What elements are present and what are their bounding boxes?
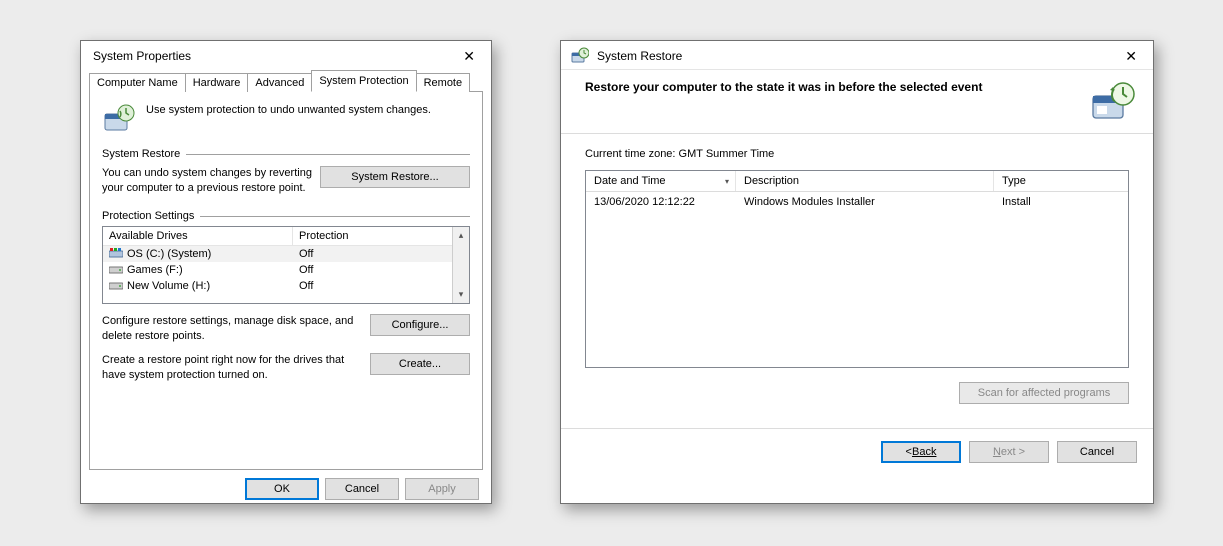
window-title: System Restore	[597, 49, 682, 63]
configure-button[interactable]: Configure...	[370, 314, 470, 336]
close-icon[interactable]: ✕	[1117, 47, 1145, 65]
drive-icon	[109, 264, 123, 275]
restore-point-row[interactable]: 13/06/2020 12:12:22 Windows Modules Inst…	[586, 192, 1128, 212]
cancel-button[interactable]: Cancel	[1057, 441, 1137, 463]
system-restore-button[interactable]: System Restore...	[320, 166, 470, 188]
timezone-label: Current time zone: GMT Summer Time	[585, 148, 1129, 160]
ok-button[interactable]: OK	[245, 478, 319, 500]
wizard-buttons: < Back Next > Cancel	[561, 428, 1153, 475]
titlebar: System Restore ✕	[561, 41, 1153, 70]
group-system-restore: System Restore	[102, 148, 470, 160]
system-restore-window: System Restore ✕ Restore your computer t…	[560, 40, 1154, 504]
col-description[interactable]: Description	[736, 171, 994, 191]
drives-list[interactable]: Available Drives Protection OS (C:) (Sys…	[102, 226, 470, 304]
col-available-drives[interactable]: Available Drives	[103, 227, 293, 245]
titlebar: System Properties ✕	[81, 41, 491, 67]
tab-computer-name[interactable]: Computer Name	[89, 73, 186, 92]
drive-icon	[109, 280, 123, 291]
col-date-time[interactable]: Date and Time ▾	[586, 171, 736, 191]
configure-description: Configure restore settings, manage disk …	[102, 314, 362, 344]
wizard-header: Restore your computer to the state it wa…	[561, 70, 1153, 134]
next-button[interactable]: Next >	[969, 441, 1049, 463]
scrollbar[interactable]: ▴ ▾	[452, 227, 469, 303]
divider	[186, 154, 470, 155]
tab-body: Use system protection to undo unwanted s…	[89, 92, 483, 470]
drive-row[interactable]: New Volume (H:) Off	[103, 278, 452, 294]
tab-system-protection[interactable]: System Protection	[311, 70, 416, 92]
drive-row[interactable]: Games (F:) Off	[103, 262, 452, 278]
scroll-down-icon[interactable]: ▾	[453, 286, 469, 303]
col-type[interactable]: Type	[994, 171, 1128, 191]
tab-remote[interactable]: Remote	[416, 73, 471, 92]
create-button[interactable]: Create...	[370, 353, 470, 375]
apply-button[interactable]: Apply	[405, 478, 479, 500]
scan-affected-programs-button[interactable]: Scan for affected programs	[959, 382, 1129, 404]
system-properties-window: System Properties ✕ Computer Name Hardwa…	[80, 40, 492, 504]
close-icon[interactable]: ✕	[455, 47, 483, 65]
group-protection-settings: Protection Settings	[102, 210, 470, 222]
header-text: Restore your computer to the state it wa…	[585, 80, 982, 94]
scroll-up-icon[interactable]: ▴	[453, 227, 469, 244]
tab-hardware[interactable]: Hardware	[185, 73, 249, 92]
divider	[200, 216, 470, 217]
restore-description: You can undo system changes by reverting…	[102, 166, 312, 196]
system-restore-icon	[571, 47, 589, 65]
drive-row[interactable]: OS (C:) (System) Off	[103, 246, 452, 262]
sort-desc-icon: ▾	[725, 177, 729, 186]
create-description: Create a restore point right now for the…	[102, 353, 362, 383]
col-protection[interactable]: Protection	[293, 227, 452, 245]
cancel-button[interactable]: Cancel	[325, 478, 399, 500]
intro-text: Use system protection to undo unwanted s…	[146, 102, 431, 136]
restore-points-table[interactable]: Date and Time ▾ Description Type 13/06/2…	[585, 170, 1129, 368]
drive-icon	[109, 248, 123, 259]
back-button[interactable]: < Back	[881, 441, 961, 463]
system-restore-large-icon	[1089, 80, 1137, 124]
window-title: System Properties	[93, 49, 191, 63]
dialog-buttons: OK Cancel Apply	[81, 478, 491, 510]
wizard-content: Current time zone: GMT Summer Time Date …	[561, 134, 1153, 412]
tab-advanced[interactable]: Advanced	[247, 73, 312, 92]
system-restore-icon	[102, 102, 136, 136]
tab-strip: Computer Name Hardware Advanced System P…	[89, 69, 483, 92]
